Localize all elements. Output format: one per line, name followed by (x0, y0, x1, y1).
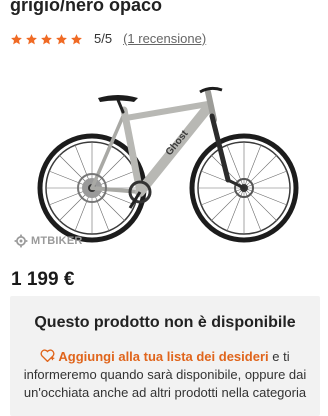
rating: 5/5 (1 recensione) (10, 30, 206, 48)
price: 1 199 € (11, 269, 75, 290)
heart-plus-icon (40, 349, 55, 362)
wishlist-message: Aggiungi alla tua lista dei desideri e t… (18, 348, 312, 402)
product-title: grigio/nero opaco (10, 0, 163, 15)
star-icon (71, 33, 82, 44)
reviews-link[interactable]: (1 recensione) (123, 30, 206, 48)
gear-icon (14, 234, 28, 248)
star-icon (41, 33, 52, 44)
star-icon (11, 33, 22, 44)
watermark-text: MTBIKER (31, 235, 83, 247)
watermark: MTBIKER (14, 233, 83, 249)
unavailable-title: Questo prodotto non è disponibile (34, 314, 296, 331)
availability-box: Questo prodotto non è disponibile Aggiun… (10, 296, 320, 416)
rating-score: 5/5 (94, 31, 113, 46)
star-icon (26, 33, 37, 44)
star-icon (56, 33, 67, 44)
category-link[interactable]: categoria (253, 385, 306, 400)
rating-stars (10, 33, 83, 46)
handlebar (199, 86, 223, 94)
add-to-wishlist-link[interactable]: Aggiungi alla tua lista dei desideri (58, 349, 268, 364)
